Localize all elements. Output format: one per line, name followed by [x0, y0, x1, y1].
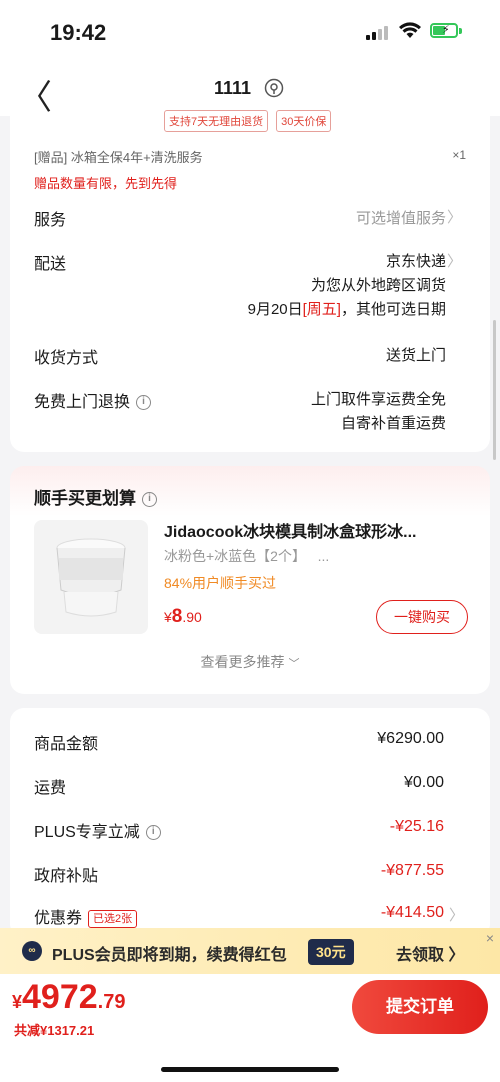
- service-value[interactable]: 可选增值服务: [356, 207, 446, 228]
- gift-quantity: ×1: [452, 148, 466, 162]
- page-title: 1111: [214, 78, 252, 98]
- recommend-card: 顺手买更划算 i Jidaocook冰块模具制冰盒球形冰... 冰粉色+冰蓝色【2…: [10, 466, 490, 694]
- receive-method-label: 收货方式: [34, 350, 99, 367]
- close-icon[interactable]: ×: [486, 930, 494, 946]
- product-price: ¥8.90: [164, 606, 202, 628]
- chevron-left-icon[interactable]: 〈: [18, 70, 52, 119]
- home-indicator[interactable]: [161, 1067, 339, 1072]
- product-spec-more: ...: [317, 548, 330, 564]
- recommend-title: 顺手买更划算 i: [34, 484, 157, 509]
- more-recommend-link[interactable]: 查看更多推荐 ﹀: [10, 652, 490, 672]
- goods-amount-value: ¥6290.00: [377, 730, 444, 747]
- info-icon[interactable]: i: [142, 492, 157, 508]
- total-price-symbol: ¥: [12, 992, 23, 1012]
- submit-order-button[interactable]: 提交订单: [352, 980, 488, 1034]
- plus-discount-text: PLUS专享立减: [34, 824, 140, 841]
- info-icon[interactable]: i: [136, 395, 152, 411]
- coupon-text: 优惠券: [34, 910, 83, 927]
- price-decimal: .90: [182, 609, 202, 625]
- gift-item: [赠品] 冰箱全保4年+清洗服务: [34, 150, 203, 165]
- plus-claim-button[interactable]: 去领取 〉: [396, 941, 464, 965]
- total-saved[interactable]: 共减¥1317.21: [14, 1020, 94, 1039]
- status-bar: 19:42 ⚡: [0, 0, 500, 64]
- total-price-decimal: .79: [97, 991, 126, 1013]
- price-integer: 8: [171, 606, 183, 627]
- more-recommend-text: 查看更多推荐: [200, 654, 285, 670]
- nav-bar: 〈 1111: [0, 64, 500, 119]
- wifi-icon: [399, 22, 421, 38]
- total-price-integer: 4972: [22, 978, 98, 1016]
- total-price: ¥4972.79: [12, 978, 125, 1017]
- battery-icon: ⚡: [430, 23, 458, 38]
- delivery-transfer-note: 为您从外地跨区调货: [310, 277, 446, 294]
- one-click-buy-button[interactable]: 一键购买: [376, 600, 468, 634]
- free-return-label: 免费上门退换 i: [34, 388, 152, 412]
- delivery-weekday: [周五]: [302, 301, 341, 318]
- tag-no-reason-return: 支持7天无理由退货: [164, 110, 269, 132]
- receive-method-value[interactable]: 送货上门: [386, 344, 446, 365]
- checkout-bar: ¥4972.79 共减¥1317.21 提交订单: [0, 974, 500, 1082]
- product-buy-rate: 84%用户顺手买过: [164, 575, 277, 591]
- chevron-right-icon[interactable]: 〉: [447, 250, 462, 271]
- info-icon[interactable]: i: [145, 825, 161, 841]
- delivery-date-day: 9月20日: [247, 301, 303, 318]
- service-tags: 支持7天无理由退货 30天价保: [164, 110, 332, 132]
- coupon-value[interactable]: -¥414.50: [381, 904, 444, 922]
- product-name[interactable]: Jidaocook冰块模具制冰盒球形冰...: [164, 518, 464, 542]
- tag-price-protect: 30天价保: [276, 110, 332, 132]
- plus-logo-icon: ∞: [22, 941, 42, 961]
- ice-mold-image-icon: [56, 538, 126, 617]
- order-detail-card: 支持7天无理由退货 30天价保 [赠品] 冰箱全保4年+清洗服务 ×1 赠品数量…: [10, 110, 490, 452]
- plus-discount-label: PLUS专享立减 i: [34, 818, 161, 842]
- chevron-right-icon[interactable]: 〉: [449, 904, 464, 925]
- free-return-line2: 自寄补首重运费: [340, 415, 446, 432]
- plus-coupon-badge: 30元: [308, 939, 354, 965]
- coupon-selected-badge: 已选2张: [88, 909, 138, 928]
- status-time: 19:42: [50, 20, 107, 45]
- chevron-down-icon: ﹀: [288, 658, 300, 670]
- plus-renew-banner[interactable]: ∞ PLUS会员即将到期，续费得红包 30元 去领取 〉 ×: [0, 928, 500, 974]
- scrollbar[interactable]: [493, 320, 496, 460]
- delivery-date[interactable]: 9月20日[周五]，其他可选日期: [248, 298, 446, 319]
- coupon-label[interactable]: 优惠券 已选2张: [34, 904, 138, 928]
- delivery-value[interactable]: 京东快递: [386, 250, 446, 271]
- chevron-right-icon[interactable]: 〉: [447, 206, 462, 227]
- cellular-signal-icon: [366, 26, 388, 40]
- delivery-label: 配送: [34, 256, 67, 273]
- free-return-line1: 上门取件享运费全免: [310, 391, 446, 408]
- location-pin-icon[interactable]: [264, 78, 284, 100]
- product-spec: 冰粉色+冰蓝色【2个】 ...: [164, 546, 329, 566]
- gift-note: 赠品数量有限，先到先得: [34, 176, 178, 191]
- shipping-value: ¥0.00: [403, 774, 444, 791]
- delivery-other-dates: ，其他可选日期: [340, 301, 446, 318]
- free-return-text: 免费上门退换: [34, 394, 131, 411]
- plus-discount-value: -¥25.16: [389, 818, 444, 835]
- shipping-label: 运费: [34, 780, 67, 797]
- battery-tip: [459, 28, 462, 34]
- product-spec-text: 冰粉色+冰蓝色【2个】: [164, 548, 306, 564]
- recommend-title-text: 顺手买更划算: [34, 489, 136, 508]
- service-label: 服务: [34, 212, 67, 229]
- goods-amount-label: 商品金额: [34, 736, 99, 753]
- gov-subsidy-value: -¥877.55: [380, 862, 444, 879]
- price-symbol: ¥: [164, 609, 172, 625]
- plus-banner-text: PLUS会员即将到期，续费得红包: [52, 947, 287, 964]
- product-image[interactable]: [34, 520, 148, 634]
- fee-summary-card: 商品金额 ¥6290.00 运费 ¥0.00 PLUS专享立减 i -¥25.16…: [10, 708, 490, 938]
- gov-subsidy-label: 政府补贴: [34, 868, 99, 885]
